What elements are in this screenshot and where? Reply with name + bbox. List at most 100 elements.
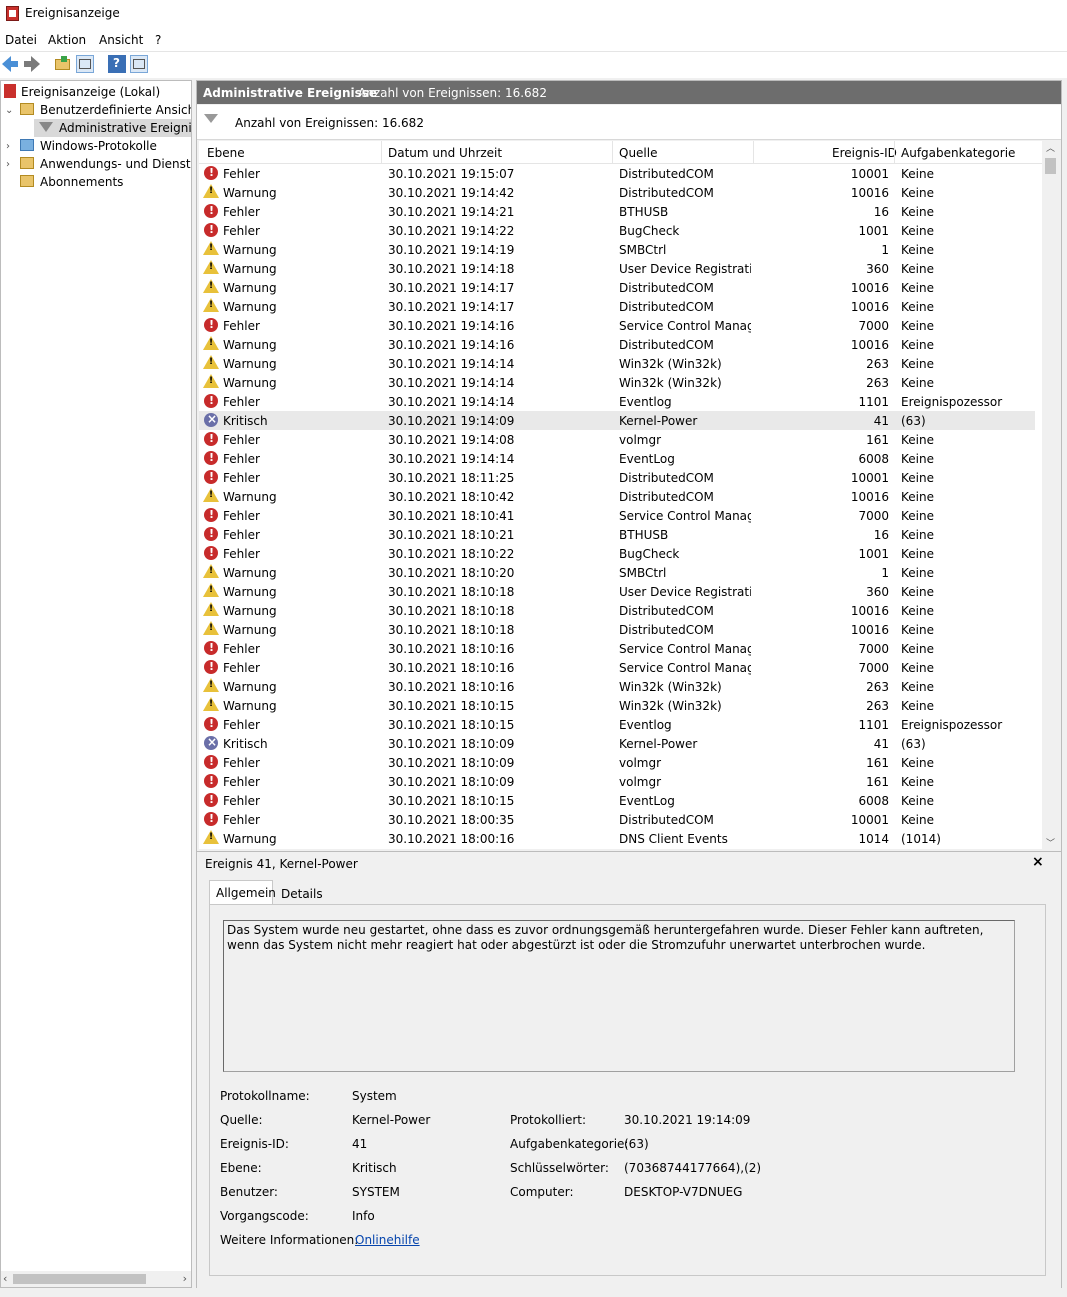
events-table: Ebene Datum und Uhrzeit Quelle Ereignis-… xyxy=(199,141,1042,849)
cell-event-id: 10016 xyxy=(850,186,889,200)
table-row[interactable]: Warnung 30.10.2021 19:14:42 DistributedCOM… xyxy=(199,183,1035,202)
show-hide-tree-icon[interactable] xyxy=(76,55,94,73)
table-row[interactable]: Warnung 30.10.2021 18:10:18 DistributedCOM… xyxy=(199,620,1035,639)
menu-help[interactable]: ? xyxy=(155,33,161,47)
column-header-datum[interactable]: Datum und Uhrzeit xyxy=(388,146,502,160)
cell-source: BTHUSB xyxy=(619,205,669,219)
table-row[interactable]: Fehler 30.10.2021 18:00:35 DistributedCOM 1… xyxy=(199,810,1035,829)
table-row[interactable]: Warnung 30.10.2021 19:14:18 User Device Re… xyxy=(199,259,1035,278)
table-row[interactable]: Fehler 30.10.2021 18:10:16 Service Control… xyxy=(199,658,1035,677)
table-row[interactable]: Kritisch 30.10.2021 18:10:09 Kernel-Power 4… xyxy=(199,734,1035,753)
tree-item-root[interactable]: Ereignisanzeige (Lokal) xyxy=(1,83,191,101)
open-folder-icon[interactable] xyxy=(54,55,72,73)
cell-date: 30.10.2021 18:10:16 xyxy=(388,661,515,675)
cell-source: Win32k (Win32k) xyxy=(619,376,722,390)
error-icon xyxy=(204,812,218,826)
cell-date: 30.10.2021 19:15:07 xyxy=(388,167,515,181)
tree-label-subscriptions: Abonnements xyxy=(40,175,124,189)
cell-task-category: Keine xyxy=(901,604,934,618)
table-row[interactable]: Fehler 30.10.2021 19:14:14 Eventlog 1101 Ere… xyxy=(199,392,1035,411)
table-row[interactable]: Warnung 30.10.2021 18:00:16 DNS Client Eve… xyxy=(199,829,1035,848)
table-row[interactable]: Kritisch 30.10.2021 19:14:09 Kernel-Power 4… xyxy=(199,411,1035,430)
table-row[interactable]: Warnung 30.10.2021 18:10:18 DistributedCOM… xyxy=(199,601,1035,620)
table-row[interactable]: Fehler 30.10.2021 18:10:09 volmgr 161 Keine xyxy=(199,772,1035,791)
table-row[interactable]: Fehler 30.10.2021 18:10:16 Service Control… xyxy=(199,639,1035,658)
table-row[interactable]: Warnung 30.10.2021 18:10:18 User Device Re… xyxy=(199,582,1035,601)
column-header-quelle[interactable]: Quelle xyxy=(619,146,657,160)
cell-level: Warnung xyxy=(223,186,277,200)
filter-count: Anzahl von Ereignissen: 16.682 xyxy=(235,116,424,130)
scroll-left-icon[interactable]: ‹ xyxy=(3,1272,7,1285)
chevron-right-icon[interactable]: › xyxy=(6,159,10,170)
cell-level: Warnung xyxy=(223,680,277,694)
back-arrow-icon[interactable] xyxy=(2,55,20,73)
scrollbar-thumb[interactable] xyxy=(13,1274,146,1284)
table-row[interactable]: Warnung 30.10.2021 19:14:17 DistributedCOM… xyxy=(199,297,1035,316)
table-row[interactable]: Fehler 30.10.2021 18:10:15 EventLog 6008 Kei… xyxy=(199,791,1035,810)
tree-item-admin-events[interactable]: Administrative Ereignisse xyxy=(34,119,191,137)
tree-horizontal-scrollbar[interactable]: ‹ › xyxy=(1,1271,191,1287)
close-icon[interactable]: × xyxy=(1032,854,1044,870)
table-row[interactable]: Fehler 30.10.2021 18:10:41 Service Control… xyxy=(199,506,1035,525)
column-header-aufgabenkategorie[interactable]: Aufgabenkategorie xyxy=(901,146,1015,160)
tree-item-windows-logs[interactable]: › Windows-Protokolle xyxy=(1,137,191,155)
table-row[interactable]: Warnung 30.10.2021 18:10:16 Win32k (Win32k… xyxy=(199,677,1035,696)
tree-item-app-logs[interactable]: › Anwendungs- und Dienstpro xyxy=(1,155,191,173)
table-row[interactable]: Fehler 30.10.2021 19:14:16 Service Control… xyxy=(199,316,1035,335)
column-header-ereignis-id[interactable]: Ereignis-ID xyxy=(832,146,897,160)
tab-details[interactable]: Details xyxy=(277,882,325,904)
tree-item-custom-views[interactable]: ⌄ Benutzerdefinierte Ansichten xyxy=(1,101,191,119)
cell-task-category: Keine xyxy=(901,205,934,219)
tree-label-windows-logs: Windows-Protokolle xyxy=(40,139,157,153)
scroll-up-icon[interactable]: ︿ xyxy=(1046,141,1055,154)
scroll-down-icon[interactable]: ﹀ xyxy=(1046,836,1055,849)
error-icon xyxy=(204,755,218,769)
table-row[interactable]: Fehler 30.10.2021 19:14:22 BugCheck 1001 Kei… xyxy=(199,221,1035,240)
view-title: Administrative Ereignisse xyxy=(203,86,378,100)
cell-task-category: (63) xyxy=(901,737,926,751)
table-row[interactable]: Fehler 30.10.2021 18:10:22 BugCheck 1001 Kei… xyxy=(199,544,1035,563)
table-row[interactable]: Fehler 30.10.2021 18:10:21 BTHUSB 16 Keine xyxy=(199,525,1035,544)
menu-datei[interactable]: Datei xyxy=(5,33,37,47)
filter-icon xyxy=(204,114,218,123)
column-header-ebene[interactable]: Ebene xyxy=(207,146,245,160)
table-row[interactable]: Fehler 30.10.2021 19:14:21 BTHUSB 16 Keine xyxy=(199,202,1035,221)
online-help-link[interactable]: Onlinehilfe xyxy=(355,1233,420,1247)
table-row[interactable]: Warnung 30.10.2021 19:14:14 Win32k (Win32k… xyxy=(199,373,1035,392)
table-row[interactable]: Fehler 30.10.2021 19:14:08 volmgr 161 Keine xyxy=(199,430,1035,449)
scrollbar-thumb[interactable] xyxy=(1045,158,1056,174)
forward-arrow-icon[interactable] xyxy=(22,55,40,73)
tab-allgemein[interactable]: Allgemein xyxy=(209,880,276,905)
cell-date: 30.10.2021 19:14:14 xyxy=(388,452,515,466)
table-row[interactable]: Warnung 30.10.2021 18:10:42 DistributedCOM… xyxy=(199,487,1035,506)
help-icon[interactable]: ? xyxy=(108,55,126,73)
cell-source: BTHUSB xyxy=(619,528,669,542)
table-row[interactable]: Warnung 30.10.2021 19:14:14 Win32k (Win32k… xyxy=(199,354,1035,373)
menu-aktion[interactable]: Aktion xyxy=(48,33,86,47)
table-row[interactable]: Warnung 30.10.2021 18:10:15 Win32k (Win32k… xyxy=(199,696,1035,715)
chevron-right-icon[interactable]: › xyxy=(6,141,10,152)
table-row[interactable]: Fehler 30.10.2021 19:14:14 EventLog 6008 Kei… xyxy=(199,449,1035,468)
cell-date: 30.10.2021 18:10:18 xyxy=(388,623,515,637)
cell-source: User Device Registration xyxy=(619,585,751,599)
table-row[interactable]: Fehler 30.10.2021 18:10:09 volmgr 161 Keine xyxy=(199,753,1035,772)
scroll-right-icon[interactable]: › xyxy=(183,1272,187,1285)
tree-item-subscriptions[interactable]: Abonnements xyxy=(1,173,191,191)
menu-ansicht[interactable]: Ansicht xyxy=(99,33,143,47)
table-row[interactable]: Warnung 30.10.2021 19:14:16 DistributedCOM… xyxy=(199,335,1035,354)
warning-icon xyxy=(203,279,219,293)
event-description[interactable]: Das System wurde neu gestartet, ohne das… xyxy=(223,920,1015,1072)
table-row[interactable]: Fehler 30.10.2021 18:11:25 DistributedCOM 1… xyxy=(199,468,1035,487)
table-row[interactable]: Warnung 30.10.2021 18:10:20 SMBCtrl 1 Keine xyxy=(199,563,1035,582)
cell-level: Warnung xyxy=(223,357,277,371)
chevron-down-icon[interactable]: ⌄ xyxy=(5,105,13,116)
window-title: Ereignisanzeige xyxy=(25,6,120,20)
table-row[interactable]: Fehler 30.10.2021 18:10:15 Eventlog 1101 Ere… xyxy=(199,715,1035,734)
table-row[interactable]: Warnung 30.10.2021 19:14:17 DistributedCOM… xyxy=(199,278,1035,297)
label-more-info: Weitere Informationen: xyxy=(220,1233,359,1247)
table-vertical-scrollbar[interactable]: ︿ ﹀ xyxy=(1042,141,1059,849)
error-icon xyxy=(204,508,218,522)
table-row[interactable]: Warnung 30.10.2021 19:14:19 SMBCtrl 1 Keine xyxy=(199,240,1035,259)
table-row[interactable]: Fehler 30.10.2021 19:15:07 DistributedCOM 1… xyxy=(199,164,1035,183)
show-hide-action-pane-icon[interactable] xyxy=(130,55,148,73)
